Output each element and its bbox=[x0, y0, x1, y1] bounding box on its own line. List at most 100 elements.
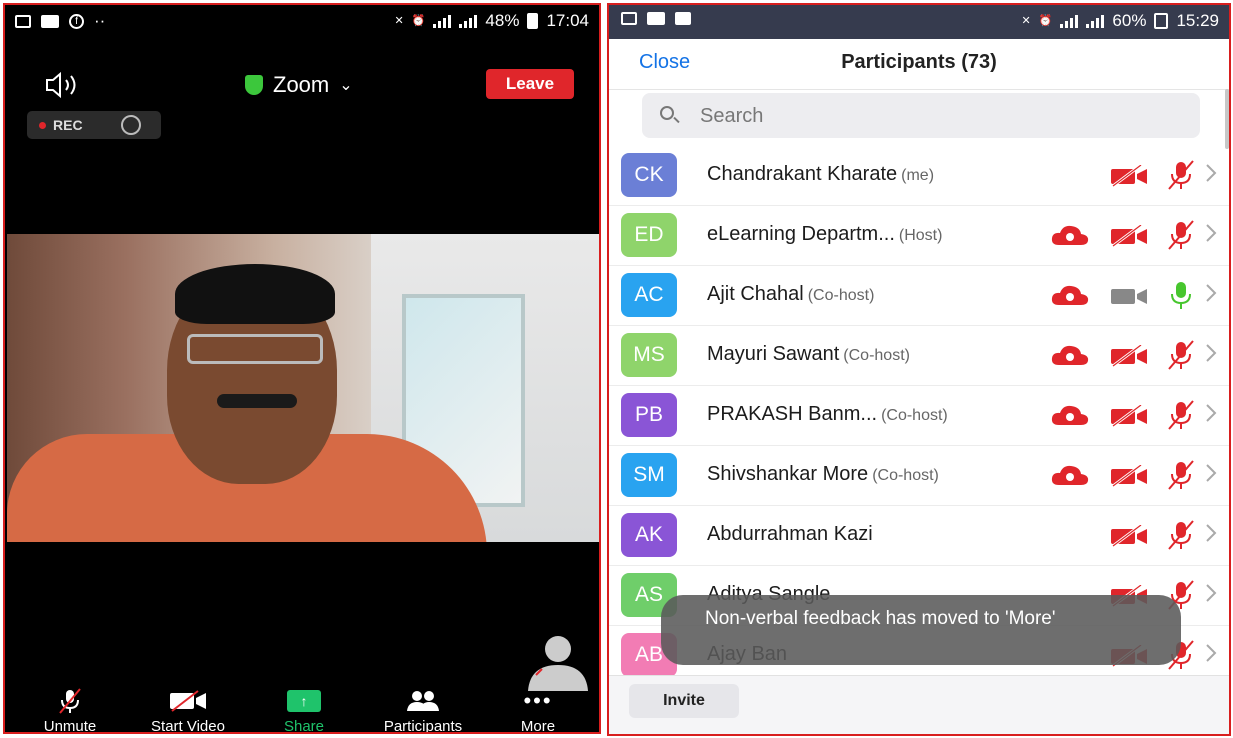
chevron-right-icon[interactable] bbox=[1205, 463, 1217, 483]
video-off-icon bbox=[1111, 525, 1147, 547]
more-icon: ••• bbox=[523, 688, 553, 713]
video-off-icon bbox=[1111, 465, 1147, 487]
share-label: Share bbox=[283, 718, 325, 734]
recording-status-icon[interactable] bbox=[121, 115, 141, 135]
mic-muted-icon bbox=[1168, 520, 1194, 550]
toast-message: Non-verbal feedback has moved to 'More' bbox=[661, 595, 1181, 665]
search-input[interactable] bbox=[698, 93, 1182, 140]
gallery-icon bbox=[15, 14, 31, 28]
self-view-avatar[interactable] bbox=[522, 635, 588, 691]
clock: 17:04 bbox=[546, 11, 589, 30]
participants-label: Participants bbox=[383, 718, 463, 734]
page-title: Participants (73) bbox=[841, 51, 997, 73]
speaker-hair bbox=[175, 264, 335, 324]
chevron-right-icon[interactable] bbox=[1205, 643, 1217, 663]
participant-name: Ajit Chahal bbox=[707, 283, 804, 305]
participant-name-cell: Ajit Chahal (Co-host) bbox=[707, 283, 874, 306]
participant-name: Shivshankar More bbox=[707, 463, 869, 485]
participant-role: (Co-host) bbox=[843, 347, 910, 364]
participants-button[interactable]: Participants bbox=[368, 688, 478, 734]
video-notification-icon bbox=[675, 12, 691, 25]
participant-row[interactable]: SM Shivshankar More (Co-host) bbox=[609, 445, 1229, 506]
speaker-icon[interactable] bbox=[43, 71, 83, 99]
participant-name-cell: PRAKASH Banm... (Co-host) bbox=[707, 403, 948, 426]
cloud-record-icon bbox=[1051, 285, 1089, 305]
battery-level: 48% bbox=[485, 11, 520, 30]
participants-header: Close Participants (73) bbox=[609, 39, 1229, 90]
avatar: PB bbox=[621, 393, 677, 437]
participant-name-cell: Chandrakant Kharate (me) bbox=[707, 163, 934, 186]
meeting-screen: f ·· ✕ ⏰ 48% 17:04 Zoom ⌄ Leave REC Unmu… bbox=[3, 3, 601, 734]
participant-row[interactable]: ED eLearning Departm... (Host) bbox=[609, 205, 1229, 266]
mic-muted-icon bbox=[1168, 400, 1194, 430]
chevron-right-icon[interactable] bbox=[1205, 583, 1217, 603]
cloud-record-icon bbox=[1051, 225, 1089, 245]
chevron-down-icon: ⌄ bbox=[339, 77, 353, 94]
signal-icon bbox=[459, 14, 478, 28]
notification-icon bbox=[1154, 13, 1169, 29]
participant-name-cell: eLearning Departm... (Host) bbox=[707, 223, 942, 246]
alarm-icon: ⏰ bbox=[411, 14, 426, 27]
start-video-button[interactable]: Start Video bbox=[133, 688, 243, 734]
chevron-right-icon[interactable] bbox=[1205, 163, 1217, 183]
meeting-toolbar: Unmute Start Video ↑ Share Participants … bbox=[5, 688, 599, 734]
chevron-right-icon[interactable] bbox=[1205, 523, 1217, 543]
video-off-icon bbox=[170, 690, 206, 712]
participant-role: (Host) bbox=[898, 227, 943, 244]
alarm-icon: ⏰ bbox=[1038, 14, 1053, 27]
mic-muted-icon bbox=[1168, 160, 1194, 190]
invite-button[interactable]: Invite bbox=[629, 684, 739, 718]
chevron-right-icon[interactable] bbox=[1205, 223, 1217, 243]
participant-name: eLearning Departm... bbox=[707, 223, 895, 245]
cloud-record-icon bbox=[1051, 345, 1089, 365]
rec-label: REC bbox=[53, 117, 83, 133]
participant-name: Abdurrahman Kazi bbox=[707, 523, 873, 545]
chevron-right-icon[interactable] bbox=[1205, 403, 1217, 423]
more-notifications-icon: ·· bbox=[94, 11, 106, 30]
participant-row[interactable]: MS Mayuri Sawant (Co-host) bbox=[609, 325, 1229, 386]
start-video-label: Start Video bbox=[151, 718, 225, 734]
share-icon: ↑ bbox=[287, 690, 321, 712]
participant-row[interactable]: PB PRAKASH Banm... (Co-host) bbox=[609, 385, 1229, 446]
signal-icon bbox=[433, 14, 452, 28]
message-icon bbox=[41, 14, 59, 28]
mic-muted-icon bbox=[59, 688, 81, 714]
video-off-icon bbox=[1111, 405, 1147, 427]
mic-muted-icon bbox=[1168, 340, 1194, 370]
mute-status-icon: ✕ bbox=[394, 14, 404, 27]
recording-indicator[interactable]: REC bbox=[27, 111, 161, 139]
participant-row[interactable]: CK Chandrakant Kharate (me) bbox=[609, 145, 1229, 206]
speaker-mustache bbox=[217, 394, 297, 408]
participant-row[interactable]: AK Abdurrahman Kazi bbox=[609, 505, 1229, 566]
more-label: More bbox=[520, 718, 556, 734]
participant-role: (Co-host) bbox=[881, 407, 948, 424]
chevron-right-icon[interactable] bbox=[1205, 283, 1217, 303]
message-icon bbox=[647, 12, 665, 25]
unmute-button[interactable]: Unmute bbox=[15, 688, 125, 732]
mic-on-icon bbox=[1171, 282, 1191, 309]
chevron-right-icon[interactable] bbox=[1205, 343, 1217, 363]
participant-name-cell: Mayuri Sawant (Co-host) bbox=[707, 343, 910, 366]
participant-row[interactable]: AC Ajit Chahal (Co-host) bbox=[609, 265, 1229, 326]
cloud-record-icon bbox=[1051, 465, 1089, 485]
video-off-icon bbox=[1111, 225, 1147, 247]
mic-muted-icon bbox=[1168, 460, 1194, 490]
speaker-glasses bbox=[187, 334, 323, 364]
leave-button[interactable]: Leave bbox=[486, 69, 574, 99]
avatar: ED bbox=[621, 213, 677, 257]
scrollbar[interactable] bbox=[1225, 89, 1229, 149]
active-speaker-video[interactable] bbox=[7, 234, 599, 542]
meeting-title-label: Zoom bbox=[273, 72, 330, 97]
participant-role: (me) bbox=[901, 167, 935, 184]
participant-name-cell: Abdurrahman Kazi bbox=[707, 523, 873, 546]
battery-icon bbox=[527, 13, 539, 29]
mute-status-icon: ✕ bbox=[1021, 14, 1031, 27]
signal-icon bbox=[1086, 14, 1105, 28]
status-bar: ✕ ⏰ 60% 15:29 bbox=[609, 5, 1229, 39]
meeting-title[interactable]: Zoom ⌄ bbox=[245, 72, 353, 98]
search-bar[interactable] bbox=[642, 93, 1200, 140]
more-button[interactable]: ••• More bbox=[483, 688, 593, 734]
participant-role: (Co-host) bbox=[807, 287, 875, 304]
share-button[interactable]: ↑ Share bbox=[249, 688, 359, 734]
participant-name: PRAKASH Banm... bbox=[707, 403, 878, 425]
